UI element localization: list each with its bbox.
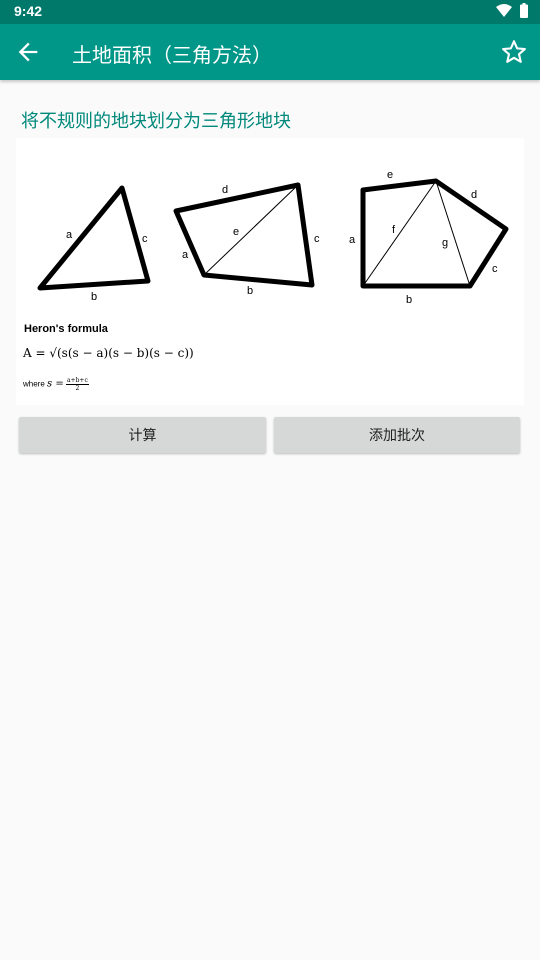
- calculate-button[interactable]: 计算: [19, 417, 266, 453]
- status-bar: 9:42: [0, 0, 540, 24]
- semi-perimeter-definition: where s = a+b+c 2: [23, 377, 89, 392]
- label-tri-c: c: [142, 233, 148, 245]
- label-quad-a: a: [182, 249, 189, 261]
- pent-diagonal-f: [362, 180, 437, 287]
- quad-diagonal-e: [203, 184, 299, 276]
- battery-icon: [520, 3, 528, 18]
- heron-formula-title: Heron's formula: [24, 323, 108, 335]
- triangle-shape: [37, 185, 151, 291]
- back-arrow-icon[interactable]: [14, 38, 42, 66]
- wifi-icon: [496, 3, 512, 17]
- s-numerator: a+b+c: [65, 377, 89, 385]
- label-pent-g: g: [442, 237, 448, 249]
- where-label: where: [23, 379, 45, 389]
- label-quad-b: b: [247, 285, 253, 297]
- label-quad-c: c: [314, 233, 320, 245]
- label-pent-b: b: [406, 294, 412, 306]
- label-pent-d: d: [471, 189, 477, 201]
- pent-diagonal-g: [435, 180, 471, 287]
- quadrilateral-shape: [173, 182, 315, 288]
- app-bar: 土地面积（三角方法）: [0, 24, 540, 80]
- polygon-illustration: a b c d e a b c e d a f g b c: [37, 169, 509, 306]
- label-pent-c: c: [492, 263, 498, 275]
- section-heading: 将不规则的地块划分为三角形地块: [21, 111, 291, 132]
- heron-diagram: a b c d e a b c e d a f g b c Heron's fo…: [16, 138, 524, 405]
- label-pent-e: e: [387, 169, 393, 181]
- label-tri-b: b: [91, 291, 97, 303]
- label-quad-d: d: [222, 184, 228, 196]
- page-title: 土地面积（三角方法）: [72, 43, 272, 67]
- label-quad-e: e: [233, 226, 239, 238]
- star-outline-icon[interactable]: [500, 38, 528, 66]
- pentagon-shape: [360, 178, 509, 289]
- heron-formula: A = √(s(s − a)(s − b)(s − c)): [23, 346, 194, 360]
- s-equals: s =: [47, 378, 64, 390]
- add-batch-button[interactable]: 添加批次: [274, 417, 520, 453]
- label-tri-a: a: [66, 229, 73, 241]
- s-fraction: a+b+c 2: [65, 377, 89, 392]
- label-pent-a: a: [349, 234, 356, 246]
- status-icons: [496, 3, 528, 18]
- status-time: 9:42: [14, 3, 43, 19]
- label-pent-f: f: [392, 224, 396, 236]
- s-denominator: 2: [75, 385, 80, 392]
